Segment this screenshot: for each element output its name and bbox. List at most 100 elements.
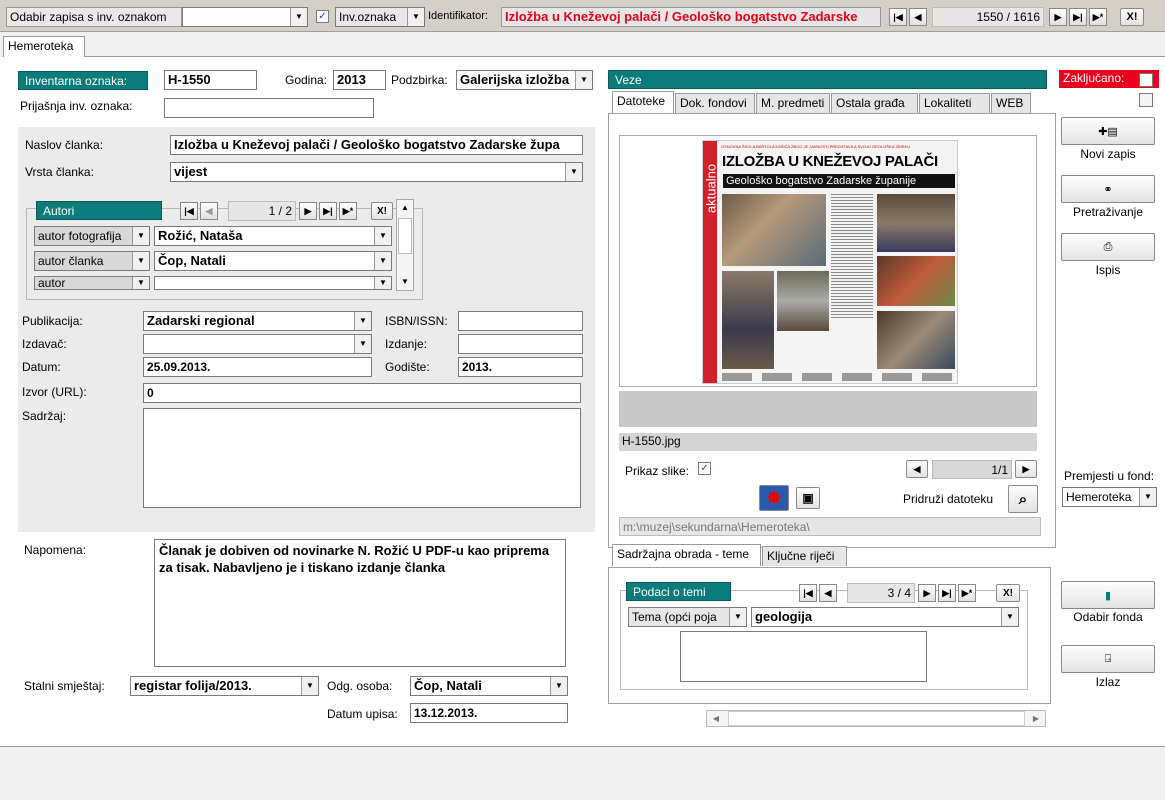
- last-record-icon[interactable]: ▶|: [319, 202, 337, 220]
- first-record-icon[interactable]: |◀: [889, 8, 907, 26]
- chevron-down-icon[interactable]: ▼: [132, 227, 149, 245]
- chevron-down-icon[interactable]: ▼: [132, 277, 149, 289]
- new-record-icon[interactable]: ▶*: [339, 202, 357, 220]
- first-record-icon[interactable]: |◀: [799, 584, 817, 602]
- autor-name-value: Rožić, Nataša: [158, 228, 243, 243]
- autori-scrollbar[interactable]: ▲ ▼: [396, 199, 414, 291]
- premjesti-select[interactable]: Hemeroteka ▼: [1062, 487, 1157, 507]
- chevron-down-icon[interactable]: ▼: [132, 252, 149, 270]
- tab-m-predmeti[interactable]: M. predmeti: [756, 93, 830, 113]
- vrsta-select[interactable]: vijest ▼: [170, 162, 583, 182]
- isbn-input[interactable]: [458, 311, 583, 331]
- chevron-down-icon[interactable]: ▼: [374, 252, 391, 270]
- chevron-down-icon[interactable]: ▼: [575, 71, 592, 89]
- upis-input[interactable]: 13.12.2013.: [410, 703, 568, 723]
- izlaz-button[interactable]: ⍈: [1061, 645, 1155, 673]
- chevron-down-icon[interactable]: ▼: [290, 8, 307, 26]
- godiste-input[interactable]: 2013.: [458, 357, 583, 377]
- chevron-down-icon[interactable]: ▼: [1139, 488, 1156, 506]
- podzbirka-select[interactable]: Galerijska izložba ▼: [456, 70, 593, 90]
- tab-dok-fondovi[interactable]: Dok. fondovi: [675, 93, 755, 113]
- scroll-left-icon[interactable]: ◀: [707, 711, 725, 726]
- chevron-down-icon[interactable]: ▼: [354, 335, 371, 353]
- inv-oznaka-checkbox[interactable]: ✓: [316, 10, 329, 23]
- chevron-down-icon[interactable]: ▼: [301, 677, 318, 695]
- next-record-icon[interactable]: ▶: [299, 202, 317, 220]
- next-record-icon[interactable]: ▶: [1049, 8, 1067, 26]
- scroll-thumb[interactable]: [728, 711, 1025, 726]
- prijasnja-input[interactable]: [164, 98, 374, 118]
- tab-hemeroteka[interactable]: Hemeroteka: [3, 36, 85, 58]
- naslov-input[interactable]: Izložba u Kneževoj palači / Geološko bog…: [170, 135, 583, 155]
- scroll-right-icon[interactable]: ▶: [1027, 711, 1045, 726]
- inv-oznaka-input[interactable]: H-1550: [164, 70, 257, 90]
- new-record-icon[interactable]: ▶*: [1089, 8, 1107, 26]
- prev-file-icon[interactable]: ◀: [906, 460, 928, 478]
- autor-name-select[interactable]: ▼: [154, 276, 392, 290]
- autor-name-select[interactable]: Čop, Natali ▼: [154, 251, 392, 271]
- autor-name-select[interactable]: Rožić, Nataša ▼: [154, 226, 392, 246]
- pretrazivanje-button[interactable]: ⚭: [1061, 175, 1155, 203]
- splash-icon[interactable]: ✸: [759, 485, 789, 511]
- chevron-down-icon[interactable]: ▼: [374, 277, 391, 289]
- godina-input[interactable]: 2013: [333, 70, 386, 90]
- tema-note-textarea[interactable]: [680, 631, 927, 682]
- upis-label: Datum upisa:: [327, 707, 398, 721]
- scroll-thumb[interactable]: [398, 218, 412, 254]
- inv-oznaka-select[interactable]: Inv.oznaka ▼: [335, 7, 425, 27]
- tab-kljucne-rijeci[interactable]: Ključne riječi: [762, 546, 847, 566]
- chevron-down-icon[interactable]: ▼: [565, 163, 582, 181]
- autor-role-select[interactable]: autor članka ▼: [34, 251, 150, 271]
- autor-role-select[interactable]: autor fotografija ▼: [34, 226, 150, 246]
- image-preview[interactable]: aktualno OSNOVNA ŠKOLA BARTOLA KAŠIĆA ZB…: [619, 135, 1037, 387]
- tema-value-select[interactable]: geologija ▼: [751, 607, 1019, 627]
- odabir-fonda-button[interactable]: ▮: [1061, 581, 1155, 609]
- tab-datoteke[interactable]: Datoteke: [612, 91, 674, 113]
- smjestaj-select[interactable]: registar folija/2013. ▼: [130, 676, 319, 696]
- ispis-button[interactable]: ⎙: [1061, 233, 1155, 261]
- tab-lokaliteti[interactable]: Lokaliteti: [919, 93, 990, 113]
- zakljucano-checkbox[interactable]: [1139, 73, 1153, 87]
- izdanje-input[interactable]: [458, 334, 583, 354]
- novi-zapis-button[interactable]: ✚▤: [1061, 117, 1155, 145]
- chevron-down-icon[interactable]: ▼: [729, 608, 746, 626]
- last-record-icon[interactable]: ▶|: [938, 584, 956, 602]
- chevron-down-icon[interactable]: ▼: [354, 312, 371, 330]
- secondary-checkbox[interactable]: [1139, 93, 1153, 107]
- chevron-down-icon[interactable]: ▼: [550, 677, 567, 695]
- chevron-down-icon[interactable]: ▼: [374, 227, 391, 245]
- folder-icon[interactable]: ▣: [796, 487, 820, 509]
- autori-delete-button[interactable]: X!: [371, 202, 393, 220]
- prev-record-icon[interactable]: ◀: [819, 584, 837, 602]
- record-select[interactable]: ▼: [182, 7, 308, 27]
- osoba-value: Čop, Natali: [414, 678, 482, 693]
- prev-record-icon[interactable]: ◀: [909, 8, 927, 26]
- izdavac-select[interactable]: ▼: [143, 334, 372, 354]
- new-record-icon[interactable]: ▶*: [958, 584, 976, 602]
- delete-record-button[interactable]: X!: [1120, 8, 1144, 26]
- osoba-select[interactable]: Čop, Natali ▼: [410, 676, 568, 696]
- prev-record-icon[interactable]: ◀: [200, 202, 218, 220]
- tab-sadrzajna-obrada[interactable]: Sadržajna obrada - teme: [612, 544, 761, 566]
- scroll-down-icon[interactable]: ▼: [397, 274, 413, 290]
- autor-role-select[interactable]: autor ▼: [34, 276, 150, 290]
- last-record-icon[interactable]: ▶|: [1069, 8, 1087, 26]
- teme-delete-button[interactable]: X!: [996, 584, 1020, 602]
- prikaz-checkbox[interactable]: ✓: [698, 462, 711, 475]
- next-record-icon[interactable]: ▶: [918, 584, 936, 602]
- publikacija-select[interactable]: Zadarski regional ▼: [143, 311, 372, 331]
- tema-type-select[interactable]: Tema (opći poja ▼: [628, 607, 747, 627]
- sadrzaj-textarea[interactable]: [143, 408, 581, 508]
- izvor-input[interactable]: 0: [143, 383, 581, 403]
- napomena-textarea[interactable]: Članak je dobiven od novinarke N. Rožić …: [154, 539, 566, 667]
- chevron-down-icon[interactable]: ▼: [1001, 608, 1018, 626]
- horizontal-scrollbar[interactable]: ◀ ▶: [706, 710, 1046, 727]
- datum-input[interactable]: 25.09.2013.: [143, 357, 372, 377]
- first-record-icon[interactable]: |◀: [180, 202, 198, 220]
- search-file-icon[interactable]: ⌕: [1008, 485, 1038, 513]
- chevron-down-icon[interactable]: ▼: [407, 8, 424, 26]
- tab-ostala-grada[interactable]: Ostala građa: [831, 93, 918, 113]
- next-file-icon[interactable]: ▶: [1015, 460, 1037, 478]
- tab-web[interactable]: WEB: [991, 93, 1031, 113]
- scroll-up-icon[interactable]: ▲: [397, 200, 413, 216]
